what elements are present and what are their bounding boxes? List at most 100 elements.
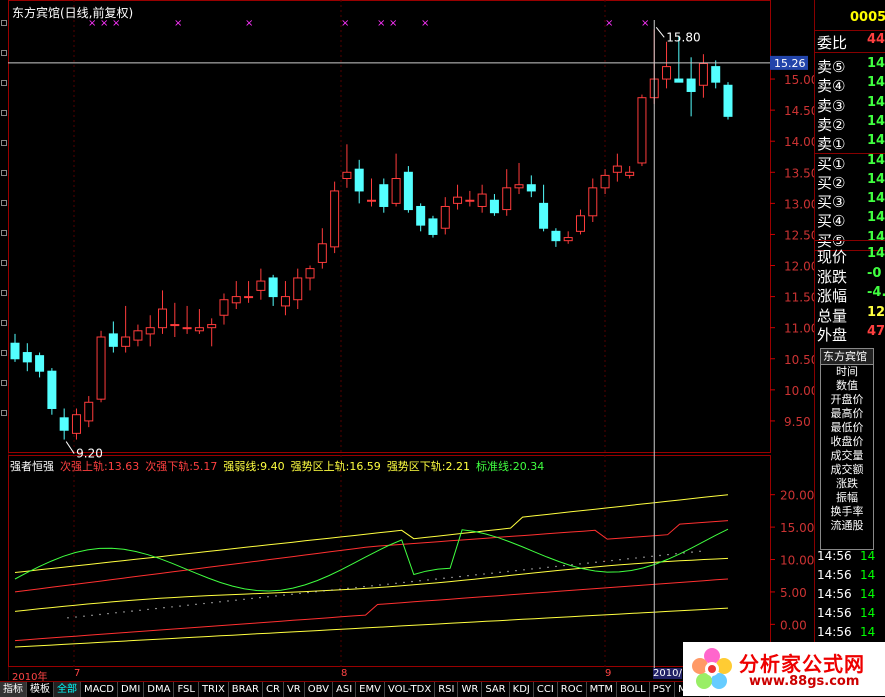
tab-asi[interactable]: ASI xyxy=(333,682,357,697)
quote-value: 14 xyxy=(867,94,885,110)
indicator-dot xyxy=(595,561,597,563)
tick-value: 14 xyxy=(860,587,876,601)
indicator-axis-label: 20.00 xyxy=(780,489,814,503)
tab-rsi[interactable]: RSI xyxy=(435,682,459,697)
tab-trix[interactable]: TRIX xyxy=(199,682,229,697)
indicator-dot xyxy=(179,605,181,607)
candle-body xyxy=(10,342,20,360)
data-window-item: 开盘价 xyxy=(830,393,864,406)
indicator-dot xyxy=(251,597,253,600)
candle-body xyxy=(256,280,266,291)
divider xyxy=(815,240,885,241)
tab-vr[interactable]: VR xyxy=(284,682,305,697)
tab-boll[interactable]: BOLL xyxy=(617,682,650,697)
tick-time: 14:56 xyxy=(817,549,852,563)
high-label: 15.80 xyxy=(666,30,700,44)
indicator-dot xyxy=(307,591,309,594)
tab-cci[interactable]: CCI xyxy=(534,682,558,697)
current-price-value: 15.26 xyxy=(774,57,806,70)
indicator-dot xyxy=(315,591,317,593)
quote-value: 14 xyxy=(867,171,885,187)
toolbar-button[interactable] xyxy=(1,110,7,116)
candle-body xyxy=(723,84,733,117)
indicator-dot xyxy=(635,557,637,559)
indicator-dot xyxy=(323,590,325,592)
tab-指标[interactable]: 指标 xyxy=(0,682,27,697)
indicator-dot xyxy=(539,567,541,569)
candle-body xyxy=(354,168,364,192)
indicator-dot xyxy=(627,558,629,560)
data-window-item: 换手率 xyxy=(830,505,864,518)
quote-label: 委比 xyxy=(817,34,848,52)
chart-area[interactable]: 15.00 14.50 14.00 13.50 13.00 12.50 12.00 11.50… xyxy=(8,0,814,668)
indicator-axis-label: 10.00 xyxy=(780,554,814,568)
signal-marker: × xyxy=(377,18,385,29)
tab-cr[interactable]: CR xyxy=(263,682,284,697)
candle-body xyxy=(133,330,143,341)
toolbar-button[interactable] xyxy=(1,20,7,26)
quote-label: 卖⑤ xyxy=(817,58,846,76)
indicator-dot xyxy=(611,559,613,562)
indicator-dot xyxy=(75,616,77,618)
divider xyxy=(815,52,885,53)
price-axis-label: 14.00 xyxy=(784,135,814,149)
tab-dmi[interactable]: DMI xyxy=(118,682,145,697)
price-axis-label: 14.50 xyxy=(784,104,814,118)
toolbar-button[interactable] xyxy=(1,350,7,356)
candle-body xyxy=(575,215,585,232)
tab-dma[interactable]: DMA xyxy=(144,682,175,697)
tab-mtm[interactable]: MTM xyxy=(587,682,617,697)
price-axis-label: 15.00 xyxy=(784,73,814,87)
tab-emv[interactable]: EMV xyxy=(356,682,385,697)
indicator-dot xyxy=(203,602,205,605)
tab-全部[interactable]: 全部 xyxy=(54,682,81,697)
quote-label: 卖③ xyxy=(817,96,846,115)
toolbar-button[interactable] xyxy=(1,80,7,86)
toolbar-button[interactable] xyxy=(1,230,7,236)
indicator-dot xyxy=(387,583,389,585)
quote-label: 卖② xyxy=(817,115,846,134)
indicator-dot xyxy=(571,564,573,566)
toolbar-button[interactable] xyxy=(1,140,7,146)
data-window: 东方宾馆 时间 数值 开盘价 最高价 最低价 收盘价 成交量 成交额 涨跌 振幅 换手率 流通股 xyxy=(820,348,874,550)
candle-body xyxy=(342,171,352,180)
indicator-dot xyxy=(523,569,525,571)
tab-wr[interactable]: WR xyxy=(458,682,483,697)
stock-chart-window: 15.00 14.50 14.00 13.50 13.00 12.50 12.00 11.50… xyxy=(0,0,885,697)
toolbar-button[interactable] xyxy=(1,170,7,176)
price-axis-label: 10.50 xyxy=(784,353,814,367)
candle-body xyxy=(600,174,610,189)
toolbar-button[interactable] xyxy=(1,260,7,266)
toolbar-button[interactable] xyxy=(1,50,7,56)
tab-psy[interactable]: PSY xyxy=(650,682,676,697)
tab-模板[interactable]: 模板 xyxy=(27,682,54,697)
toolbar-button[interactable] xyxy=(1,320,7,326)
signal-marker: × xyxy=(341,18,349,29)
tab-obv[interactable]: OBV xyxy=(305,682,333,697)
tab-fsl[interactable]: FSL xyxy=(174,682,199,697)
indicator-dot xyxy=(507,570,509,573)
tab-vol-tdx[interactable]: VOL-TDX xyxy=(385,682,436,697)
quote-row: 委比 44.8 xyxy=(817,32,885,52)
candle-body xyxy=(588,187,598,217)
indicator-dot xyxy=(483,573,485,575)
tab-kdj[interactable]: KDJ xyxy=(510,682,534,697)
indicator-dot xyxy=(675,553,677,555)
date-label: 9 xyxy=(605,668,612,679)
tab-roc[interactable]: ROC xyxy=(558,682,587,697)
legend-item: 次强下轨:5.17 xyxy=(145,460,218,473)
tab-brar[interactable]: BRAR xyxy=(229,682,263,697)
toolbar-button[interactable] xyxy=(1,380,7,386)
quote-row: 外盘 47 xyxy=(817,324,885,344)
toolbar-button[interactable] xyxy=(1,410,7,416)
indicator-dot xyxy=(267,596,269,598)
quote-value: 14 xyxy=(867,210,885,226)
toolbar-button[interactable] xyxy=(1,290,7,296)
indicator-axis-label: 0.00 xyxy=(780,618,807,632)
quote-row: 卖⑤ 14 xyxy=(817,56,885,76)
quote-value: 44.8 xyxy=(867,32,885,47)
tab-sar[interactable]: SAR xyxy=(482,682,510,697)
tab-macd[interactable]: MACD xyxy=(81,682,118,697)
toolbar-button[interactable] xyxy=(1,200,7,206)
legend-item: 次强上轨:13.63 xyxy=(60,460,140,473)
